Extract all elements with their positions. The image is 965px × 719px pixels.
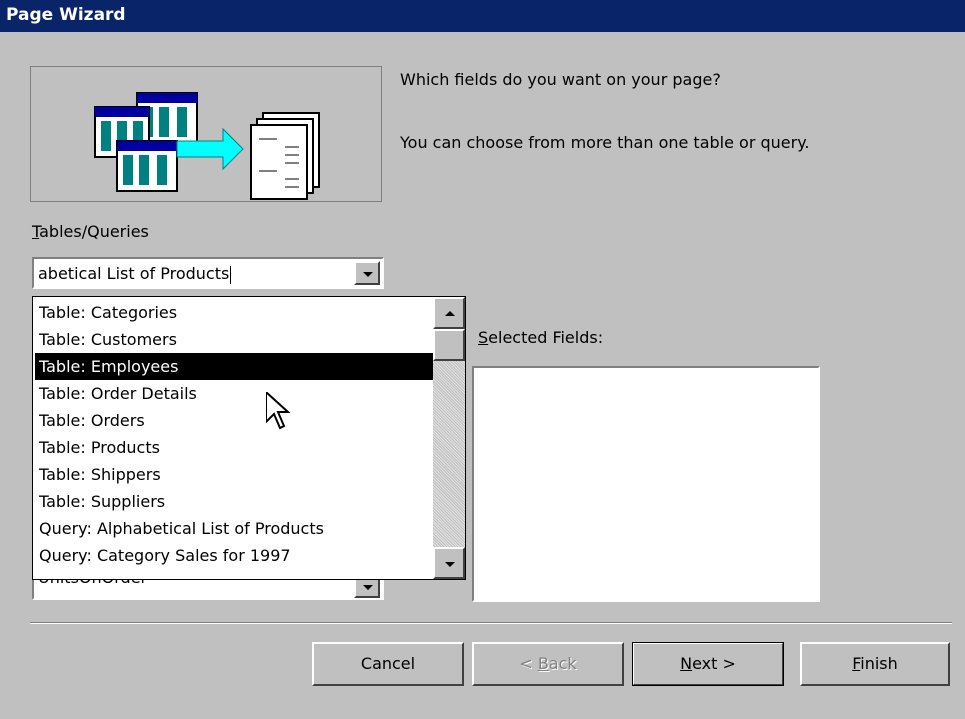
tables-to-page-illustration-icon: [94, 92, 320, 200]
finish-label: Finish: [852, 654, 898, 673]
tables-queries-value[interactable]: abetical List of Products: [38, 264, 232, 284]
text-caret: [230, 265, 232, 284]
tables-queries-label: Tables/Queries: [32, 222, 149, 241]
scroll-down-button[interactable]: [433, 547, 465, 579]
cancel-label: Cancel: [360, 654, 416, 673]
selected-fields-label-rest: elected Fields:: [488, 328, 604, 347]
separator-highlight: [30, 623, 952, 624]
dropdown-item-label: Table: Categories: [39, 303, 178, 322]
next-label: Next >: [680, 654, 736, 673]
scrollbar-thumb[interactable]: [433, 329, 465, 361]
dropdown-item-label: Table: Orders: [39, 411, 145, 430]
cancel-button[interactable]: Cancel: [312, 642, 464, 686]
title-bar: Page Wizard: [0, 0, 965, 32]
tables-queries-text: abetical List of Products: [38, 264, 230, 283]
prompt-hint: You can choose from more than one table …: [400, 133, 810, 152]
prompt-question: Which fields do you want on your page?: [400, 70, 721, 89]
dropdown-item[interactable]: Table: Orders: [35, 407, 433, 434]
next-button[interactable]: Next >: [632, 642, 784, 686]
dropdown-item[interactable]: Table: Customers: [35, 326, 433, 353]
dropdown-item[interactable]: Query: Alphabetical List of Products: [35, 515, 433, 542]
dropdown-item-label: Table: Products: [39, 438, 160, 457]
selected-fields-label: Selected Fields:: [478, 328, 603, 347]
dropdown-item[interactable]: Table: Products: [35, 434, 433, 461]
scroll-down-arrow-icon: [363, 585, 373, 590]
scroll-up-arrow-icon: [445, 311, 455, 316]
selected-fields-label-accel: S: [478, 328, 489, 347]
dropdown-item-label: Query: Category Sales for 1997: [39, 546, 291, 565]
dropdown-item-label: Table: Employees: [39, 357, 179, 376]
dropdown-item[interactable]: Query: Category Sales for 1997: [35, 542, 433, 569]
wizard-illustration-frame: [30, 66, 382, 202]
dropdown-item[interactable]: Table: Categories: [35, 299, 433, 326]
dropdown-item-label: Table: Order Details: [39, 384, 197, 403]
back-label: < Back: [519, 654, 577, 673]
tables-queries-dropdown-button[interactable]: [354, 261, 380, 285]
selected-fields-list[interactable]: [472, 366, 820, 602]
dropdown-scrollbar[interactable]: [433, 297, 465, 579]
back-button[interactable]: < Back: [472, 642, 624, 686]
finish-label-accel: F: [852, 654, 861, 673]
scroll-down-arrow-icon: [445, 562, 455, 567]
back-label-accel: B: [537, 654, 549, 673]
wizard-dialog: Which fields do you want on your page? Y…: [0, 32, 965, 719]
dropdown-item[interactable]: Table: Order Details: [35, 380, 433, 407]
dropdown-item-label: Table: Shippers: [39, 465, 161, 484]
tables-queries-label-rest: ables/Queries: [39, 222, 149, 241]
dropdown-item-label: Table: Suppliers: [39, 492, 166, 511]
tables-queries-combo[interactable]: abetical List of Products: [32, 257, 384, 289]
finish-button[interactable]: Finish: [800, 642, 950, 686]
window-title: Page Wizard: [6, 5, 126, 25]
dropdown-item-label: Table: Customers: [39, 330, 177, 349]
dropdown-item[interactable]: Table: Shippers: [35, 461, 433, 488]
dropdown-item-label: Query: Alphabetical List of Products: [39, 519, 324, 538]
tables-queries-dropdown-list[interactable]: Table: Categories Table: Customers Table…: [32, 296, 466, 580]
chevron-down-icon: [363, 272, 373, 277]
mouse-pointer-icon: [266, 392, 291, 430]
next-label-accel: N: [680, 654, 693, 673]
dropdown-item-selected[interactable]: Table: Employees: [35, 353, 433, 380]
scroll-up-button[interactable]: [433, 297, 465, 329]
dropdown-item[interactable]: Table: Suppliers: [35, 488, 433, 515]
